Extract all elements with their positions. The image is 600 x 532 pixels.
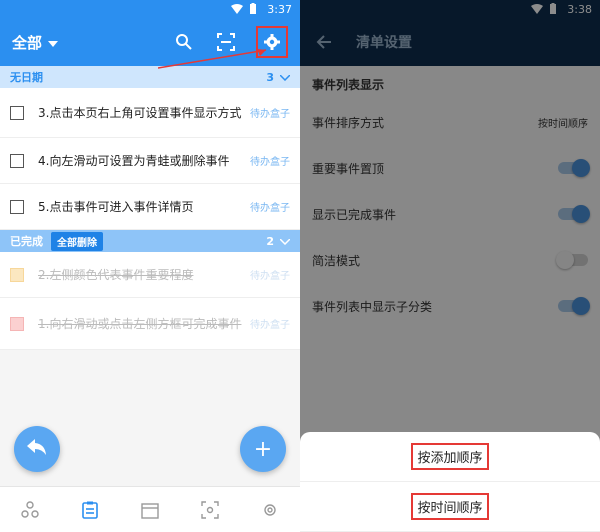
list-filter-dropdown[interactable]: 全部 [12, 32, 59, 53]
section-label: 无日期 [10, 71, 43, 84]
add-task-fab[interactable]: + [240, 426, 286, 472]
task-item[interactable]: 3.点击本页右上角可设置事件显示方式 待办盒子 [0, 88, 300, 138]
list-settings-screen: 3:38 清单设置 事件列表显示 事件排序方式 按时间顺序 重要事件置顶 显示已… [300, 0, 600, 532]
chevron-down-icon [279, 235, 291, 248]
section-label: 已完成 [10, 235, 43, 248]
nav-categories-icon[interactable] [18, 498, 42, 522]
section-header-no-date[interactable]: 无日期 3 [0, 66, 300, 88]
task-text: 2.左侧颜色代表事件重要程度 [38, 267, 194, 282]
task-item-completed[interactable]: 1.向右滑动或点击左侧方框可完成事件 待办盒子 [0, 298, 300, 350]
task-checkbox[interactable] [10, 153, 24, 168]
option-label: 按添加顺序 [411, 443, 489, 470]
section-count: 2 [266, 234, 274, 248]
status-bar: 3:37 [0, 0, 300, 18]
task-tag: 待办盒子 [250, 320, 290, 331]
settings-gear-icon[interactable] [256, 26, 288, 58]
todo-list-screen: 3:37 全部 无日期 3 3.点击本页右上角可设置事件显示方式 待办盒子 4.… [0, 0, 300, 532]
nav-focus-icon[interactable] [198, 498, 222, 522]
section-header-completed[interactable]: 已完成 全部删除 2 [0, 230, 300, 252]
section-count: 3 [266, 70, 274, 84]
nav-settings-icon[interactable] [258, 498, 282, 522]
task-checkbox[interactable] [10, 267, 24, 282]
page-title: 全部 [12, 33, 43, 52]
task-text: 1.向右滑动或点击左侧方框可完成事件 [38, 316, 242, 331]
task-tag: 待办盒子 [250, 109, 290, 120]
task-item[interactable]: 5.点击事件可进入事件详情页 待办盒子 [0, 184, 300, 230]
nav-calendar-icon[interactable] [138, 498, 162, 522]
option-label: 按时间顺序 [411, 493, 489, 520]
share-fab[interactable] [14, 426, 60, 472]
sort-order-sheet: 按添加顺序 按时间顺序 [300, 432, 600, 532]
wifi-icon [231, 3, 244, 15]
task-checkbox[interactable] [10, 199, 24, 214]
sort-option-added[interactable]: 按添加顺序 [300, 432, 600, 482]
task-tag: 待办盒子 [250, 157, 290, 168]
task-checkbox[interactable] [10, 105, 24, 120]
task-text: 5.点击事件可进入事件详情页 [38, 199, 194, 214]
task-text: 4.向左滑动可设置为青蛙或删除事件 [38, 153, 230, 168]
search-icon[interactable] [172, 30, 196, 54]
chevron-down-icon [279, 71, 291, 84]
battery-icon [249, 3, 261, 15]
caret-down-icon [48, 33, 59, 51]
share-icon [26, 437, 48, 462]
task-checkbox[interactable] [10, 316, 24, 331]
task-tag: 待办盒子 [250, 203, 290, 214]
task-item-completed[interactable]: 2.左侧颜色代表事件重要程度 待办盒子 [0, 252, 300, 298]
delete-all-button[interactable]: 全部删除 [51, 231, 103, 251]
status-time: 3:37 [267, 2, 292, 16]
task-tag: 待办盒子 [250, 271, 290, 282]
sort-option-time[interactable]: 按时间顺序 [300, 482, 600, 532]
nav-list-icon[interactable] [78, 498, 102, 522]
bottom-nav [0, 486, 300, 532]
app-bar: 全部 [0, 18, 300, 66]
task-text: 3.点击本页右上角可设置事件显示方式 [38, 105, 242, 120]
plus-icon: + [253, 436, 273, 462]
scan-icon[interactable] [214, 30, 238, 54]
task-item[interactable]: 4.向左滑动可设置为青蛙或删除事件 待办盒子 [0, 138, 300, 184]
